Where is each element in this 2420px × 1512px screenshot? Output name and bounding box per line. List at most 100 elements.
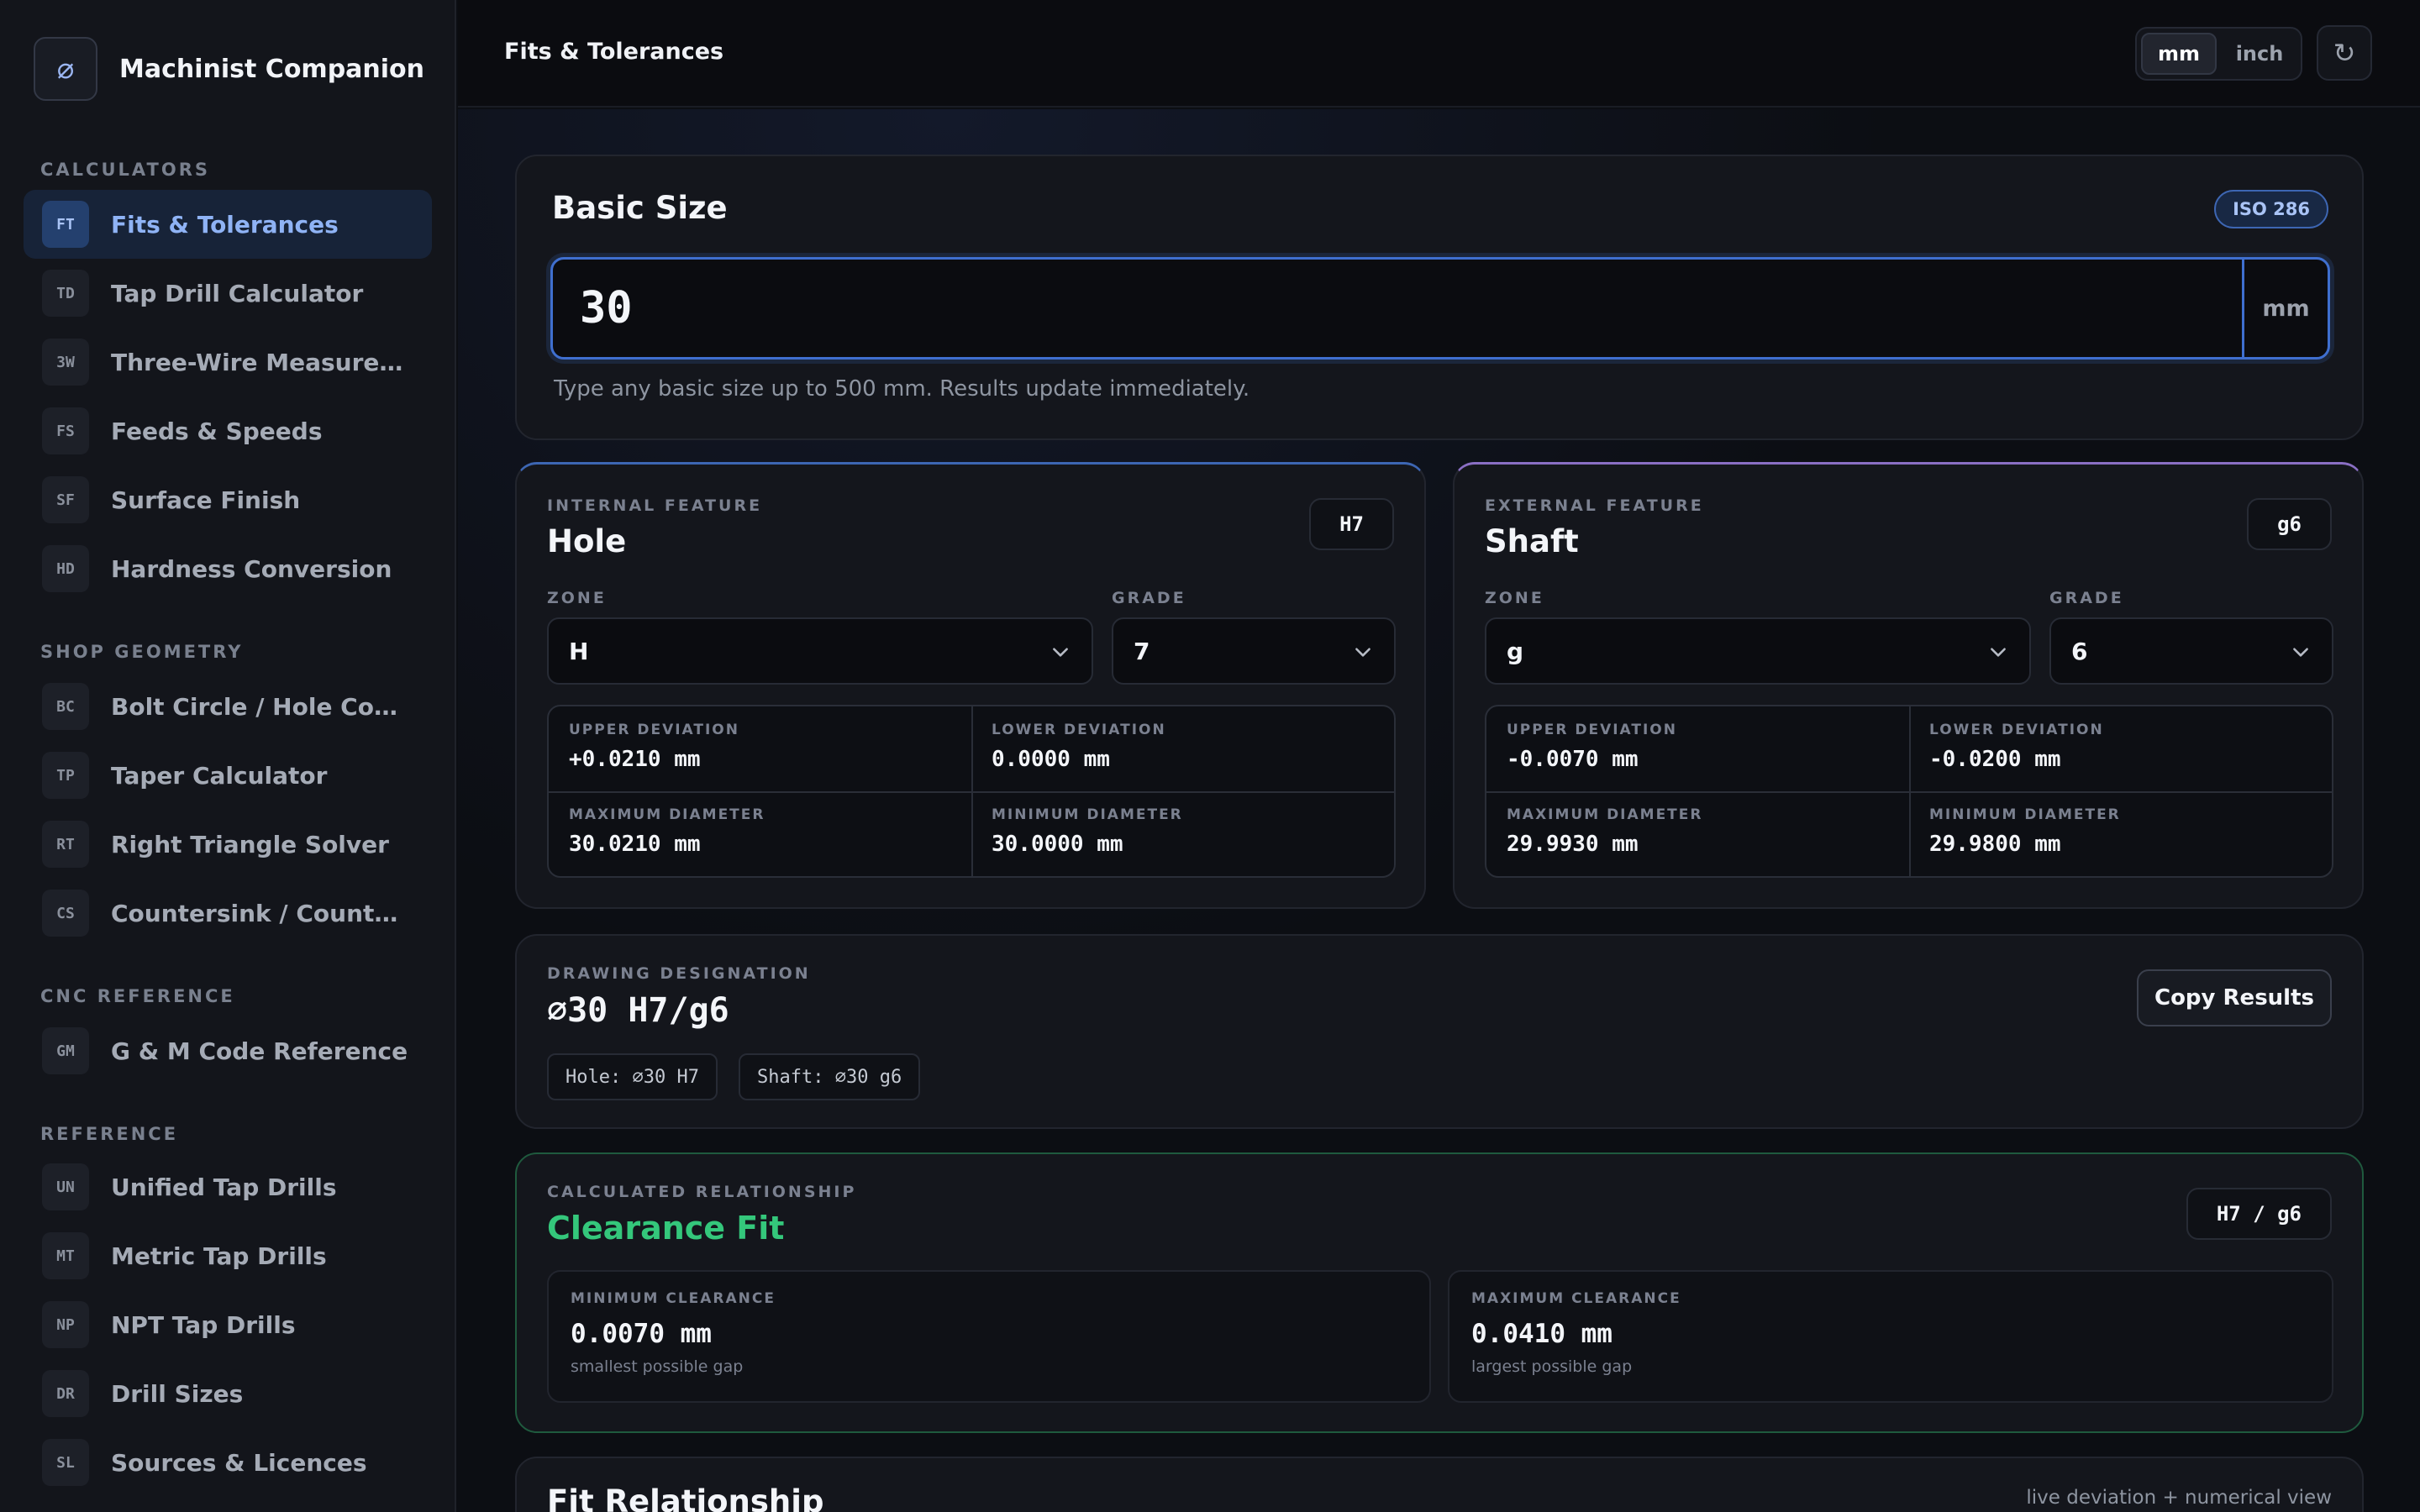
sidebar-item-bolt-circle[interactable]: BC Bolt Circle / Hole Coor... — [24, 672, 432, 741]
metric-value: 30.0000 mm — [992, 832, 1123, 857]
metric-value: -0.0070 mm — [1507, 747, 1639, 772]
sidebar-item-feeds-speeds[interactable]: FS Feeds & Speeds — [24, 396, 432, 465]
sidebar-item-right-triangle[interactable]: RT Right Triangle Solver — [24, 810, 432, 879]
hole-code-chip: H7 — [1309, 498, 1394, 550]
sidebar-item-metric-tap[interactable]: MT Metric Tap Drills — [24, 1221, 432, 1290]
nav-badge: NP — [42, 1301, 89, 1348]
hole-grade-value: 7 — [1134, 637, 1150, 665]
shaft-eyebrow: EXTERNAL FEATURE — [1485, 496, 1704, 515]
sidebar-item-surface-finish[interactable]: SF Surface Finish — [24, 465, 432, 534]
grade-label: GRADE — [1112, 589, 1186, 607]
refresh-icon[interactable]: ↻ — [2317, 25, 2372, 81]
maximum-clearance-box: MAXIMUM CLEARANCE 0.0410 mm largest poss… — [1448, 1270, 2333, 1403]
main-content: Basic Size ISO 286 mm Type any basic siz… — [458, 109, 2420, 1512]
sidebar-item-npt-tap[interactable]: NP NPT Tap Drills — [24, 1290, 432, 1359]
chevron-down-icon — [1355, 648, 1370, 657]
sidebar-item-label: Feeds & Speeds — [111, 417, 323, 445]
nav-badge: SL — [42, 1439, 89, 1486]
sidebar-item-label: Right Triangle Solver — [111, 830, 389, 858]
fit-relationship-note: live deviation + numerical view — [2026, 1487, 2332, 1509]
sidebar-item-hardness[interactable]: HD Hardness Conversion — [24, 534, 432, 603]
copy-results-button[interactable]: Copy Results — [2137, 969, 2332, 1026]
basic-size-hint: Type any basic size up to 500 mm. Result… — [554, 376, 1250, 402]
shaft-title: Shaft — [1485, 523, 1579, 559]
shaft-deviation-grid: UPPER DEVIATION -0.0070 mm LOWER DEVIATI… — [1485, 705, 2333, 878]
basic-size-card: Basic Size ISO 286 mm Type any basic siz… — [515, 155, 2364, 440]
metric-label: UPPER DEVIATION — [569, 722, 739, 738]
nav-badge: GM — [42, 1027, 89, 1074]
grade-label: GRADE — [2049, 589, 2124, 607]
nav-badge: SF — [42, 476, 89, 523]
nav-badge: 3W — [42, 339, 89, 386]
basic-size-input[interactable] — [553, 260, 2242, 357]
hole-grade-select[interactable]: 7 — [1112, 617, 1396, 685]
zone-label: ZONE — [1485, 589, 1544, 607]
nav-badge: FS — [42, 407, 89, 454]
shaft-min-diameter: MINIMUM DIAMETER 29.9800 mm — [1909, 791, 2332, 876]
sidebar-item-tap-drill[interactable]: TD Tap Drill Calculator — [24, 259, 432, 328]
hole-lower-deviation: LOWER DEVIATION 0.0000 mm — [971, 706, 1394, 791]
unit-toggle: mm inch — [2135, 27, 2302, 81]
shaft-lower-deviation: LOWER DEVIATION -0.0200 mm — [1909, 706, 2332, 791]
metric-caption: largest possible gap — [1471, 1357, 1633, 1376]
sidebar-item-three-wire[interactable]: 3W Three-Wire Measurem... — [24, 328, 432, 396]
nav-section-title: REFERENCE — [40, 1124, 179, 1144]
shaft-zone-select[interactable]: g — [1485, 617, 2031, 685]
nav-section-title: CNC REFERENCE — [40, 986, 235, 1006]
metric-value: 29.9930 mm — [1507, 832, 1639, 857]
size-unit-suffix: mm — [2242, 260, 2328, 357]
sidebar-item-countersink[interactable]: CS Countersink / Counter... — [24, 879, 432, 948]
chevron-down-icon — [1991, 648, 2006, 657]
relationship-card: CALCULATED RELATIONSHIP Clearance Fit H7… — [515, 1152, 2364, 1433]
nav-badge: FT — [42, 201, 89, 248]
sidebar-item-drill-sizes[interactable]: DR Drill Sizes — [24, 1359, 432, 1428]
sidebar-item-label: Unified Tap Drills — [111, 1173, 337, 1201]
sidebar-item-sources[interactable]: SL Sources & Licences — [24, 1428, 432, 1497]
shaft-zone-value: g — [1507, 637, 1524, 665]
metric-label: UPPER DEVIATION — [1507, 722, 1677, 738]
metric-value: 0.0410 mm — [1471, 1319, 1612, 1349]
sidebar-item-label: G & M Code Reference — [111, 1037, 408, 1065]
nav-section-title: CALCULATORS — [40, 160, 210, 180]
sidebar-item-gm-codes[interactable]: GM G & M Code Reference — [24, 1016, 432, 1085]
relationship-eyebrow: CALCULATED RELATIONSHIP — [547, 1183, 857, 1201]
metric-label: MINIMUM CLEARANCE — [571, 1290, 776, 1307]
fit-relationship-card: Fit Relationship live deviation + numeri… — [515, 1457, 2364, 1512]
unit-inch-button[interactable]: inch — [2221, 33, 2298, 75]
sidebar-item-label: Drill Sizes — [111, 1379, 244, 1408]
sidebar-item-label: Surface Finish — [111, 486, 301, 514]
metric-value: +0.0210 mm — [569, 747, 701, 772]
minimum-clearance-box: MINIMUM CLEARANCE 0.0070 mm smallest pos… — [547, 1270, 1431, 1403]
shaft-designation-tag: Shaft: ⌀30 g6 — [739, 1053, 921, 1100]
hole-zone-select[interactable]: H — [547, 617, 1093, 685]
metric-value: 0.0000 mm — [992, 747, 1110, 772]
chevron-down-icon — [2293, 648, 2308, 657]
shaft-max-diameter: MAXIMUM DIAMETER 29.9930 mm — [1486, 791, 1909, 876]
nav-badge: HD — [42, 545, 89, 592]
page-title: Fits & Tolerances — [504, 39, 724, 65]
nav-badge: TP — [42, 752, 89, 799]
unit-mm-button[interactable]: mm — [2141, 33, 2217, 75]
hole-card: INTERNAL FEATURE Hole H7 ZONE H GRADE 7 … — [515, 462, 1426, 909]
metric-value: 29.9800 mm — [1929, 832, 2061, 857]
sidebar-item-label: Countersink / Counter... — [111, 899, 413, 927]
shaft-grade-select[interactable]: 6 — [2049, 617, 2333, 685]
shaft-upper-deviation: UPPER DEVIATION -0.0070 mm — [1486, 706, 1909, 791]
shaft-code-chip: g6 — [2247, 498, 2332, 550]
hole-max-diameter: MAXIMUM DIAMETER 30.0210 mm — [549, 791, 971, 876]
sidebar-item-taper[interactable]: TP Taper Calculator — [24, 741, 432, 810]
zone-label: ZONE — [547, 589, 607, 607]
diameter-icon: ⌀ — [34, 37, 97, 101]
nav-badge: DR — [42, 1370, 89, 1417]
metric-label: MINIMUM DIAMETER — [992, 806, 1183, 823]
sidebar-item-unified-tap[interactable]: UN Unified Tap Drills — [24, 1152, 432, 1221]
basic-size-title: Basic Size — [552, 190, 728, 226]
metric-value: 30.0210 mm — [569, 832, 701, 857]
designation-value: ⌀30 H7/g6 — [547, 991, 729, 1030]
hole-deviation-grid: UPPER DEVIATION +0.0210 mm LOWER DEVIATI… — [547, 705, 1396, 878]
sidebar: ⌀ Machinist Companion CALCULATORS FT Fit… — [0, 0, 456, 1512]
sidebar-item-fits-tolerances[interactable]: FT Fits & Tolerances — [24, 190, 432, 259]
hole-title: Hole — [547, 523, 627, 559]
brand[interactable]: ⌀ Machinist Companion — [34, 37, 424, 101]
sidebar-item-label: NPT Tap Drills — [111, 1310, 296, 1339]
